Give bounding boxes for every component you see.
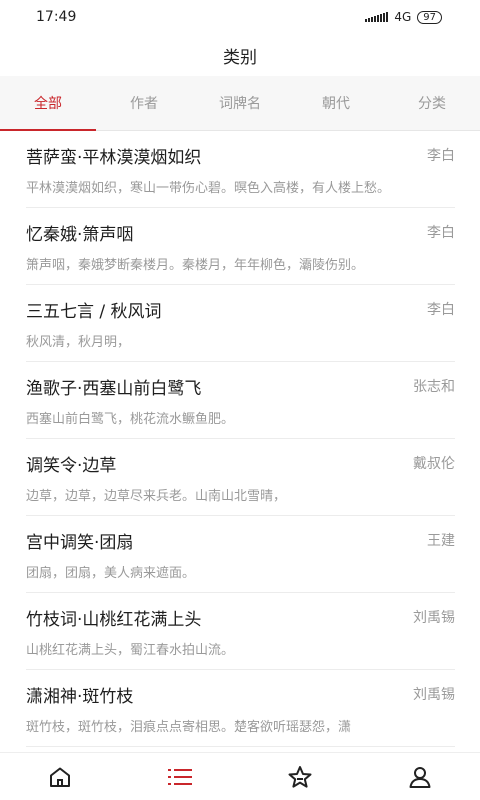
poem-title: 宫中调笑·团扇	[26, 533, 134, 553]
poem-author: 李白	[427, 302, 455, 318]
home-icon	[50, 767, 70, 787]
status-indicators: 4G 97	[365, 10, 442, 24]
poem-title: 三五七言 / 秋风词	[26, 302, 162, 322]
poem-title: 调笑令·边草	[26, 456, 117, 476]
list-item[interactable]: 渔歌子·西塞山前白鹭飞 张志和 西塞山前白鹭飞，桃花流水鳜鱼肥。	[26, 362, 455, 439]
poem-title: 菩萨蛮·平林漠漠烟如织	[26, 148, 202, 168]
list-item[interactable]: 菩萨蛮·平林漠漠烟如织 李白 平林漠漠烟如织，寒山一带伤心碧。暝色入高楼，有人楼…	[26, 131, 455, 208]
list-item[interactable]: 竹枝词·山桃红花满上头 刘禹锡 山桃红花满上头，蜀江春水拍山流。	[26, 593, 455, 670]
tab-all[interactable]: 全部	[0, 76, 96, 131]
battery-icon: 97	[417, 10, 442, 24]
poem-excerpt: 西塞山前白鹭飞，桃花流水鳜鱼肥。	[26, 412, 235, 427]
poem-author: 李白	[427, 225, 455, 241]
list-item[interactable]: 宫中调笑·团扇 王建 团扇，团扇，美人病来遮面。	[26, 516, 455, 593]
list-item[interactable]: 潇湘神·斑竹枝 刘禹锡 斑竹枝，斑竹枝，泪痕点点寄相思。楚客欲听瑶瑟怨，潇	[26, 670, 455, 747]
page-title: 类别	[223, 47, 257, 68]
nav-home-button[interactable]	[0, 753, 120, 800]
list-item[interactable]: 三五七言 / 秋风词 李白 秋风清，秋月明，	[26, 285, 455, 362]
poem-excerpt: 团扇，团扇，美人病来遮面。	[26, 566, 196, 581]
poem-title: 忆秦娥·箫声咽	[26, 225, 134, 245]
battery-level: 97	[423, 11, 436, 23]
user-icon	[409, 766, 431, 788]
nav-category-button[interactable]	[120, 753, 240, 800]
nav-favorites-button[interactable]	[240, 753, 360, 800]
list-item[interactable]: 忆秦娥·箫声咽 李白 箫声咽，秦娥梦断秦楼月。秦楼月，年年柳色，灞陵伤别。	[26, 208, 455, 285]
poem-author: 刘禹锡	[413, 687, 455, 703]
list-icon	[168, 768, 192, 785]
status-time: 17:49	[36, 9, 77, 25]
status-bar: 17:49 4G 97	[0, 0, 480, 34]
poem-author: 李白	[427, 148, 455, 164]
poem-excerpt: 平林漠漠烟如织，寒山一带伤心碧。暝色入高楼，有人楼上愁。	[26, 181, 391, 196]
poem-excerpt: 边草，边草，边草尽来兵老。山南山北雪晴，	[26, 489, 287, 504]
bottom-nav	[0, 752, 480, 800]
poem-excerpt: 斑竹枝，斑竹枝，泪痕点点寄相思。楚客欲听瑶瑟怨，潇	[26, 720, 352, 735]
star-icon	[288, 765, 312, 788]
nav-profile-button[interactable]	[360, 753, 480, 800]
poem-list[interactable]: 菩萨蛮·平林漠漠烟如织 李白 平林漠漠烟如织，寒山一带伤心碧。暝色入高楼，有人楼…	[0, 131, 480, 752]
poem-title: 渔歌子·西塞山前白鹭飞	[26, 379, 202, 399]
page-header: 类别	[0, 34, 480, 76]
category-tabs: 全部 作者 词牌名 朝代 分类	[0, 76, 480, 131]
poem-excerpt: 山桃红花满上头，蜀江春水拍山流。	[26, 643, 235, 658]
tab-dynasty[interactable]: 朝代	[288, 76, 384, 130]
poem-author: 刘禹锡	[413, 610, 455, 626]
poem-title: 潇湘神·斑竹枝	[26, 687, 134, 707]
poem-excerpt: 箫声咽，秦娥梦断秦楼月。秦楼月，年年柳色，灞陵伤别。	[26, 258, 365, 273]
poem-title: 竹枝词·山桃红花满上头	[26, 610, 202, 630]
poem-author: 张志和	[413, 379, 455, 395]
network-type: 4G	[394, 10, 412, 24]
tab-category[interactable]: 分类	[384, 76, 480, 130]
list-item[interactable]: 调笑令·边草 戴叔伦 边草，边草，边草尽来兵老。山南山北雪晴，	[26, 439, 455, 516]
poem-author: 王建	[427, 533, 455, 549]
poem-excerpt: 秋风清，秋月明，	[26, 335, 131, 350]
tab-cipai[interactable]: 词牌名	[192, 76, 288, 130]
tab-author[interactable]: 作者	[96, 76, 192, 130]
poem-author: 戴叔伦	[413, 456, 455, 472]
signal-icon	[365, 12, 389, 22]
